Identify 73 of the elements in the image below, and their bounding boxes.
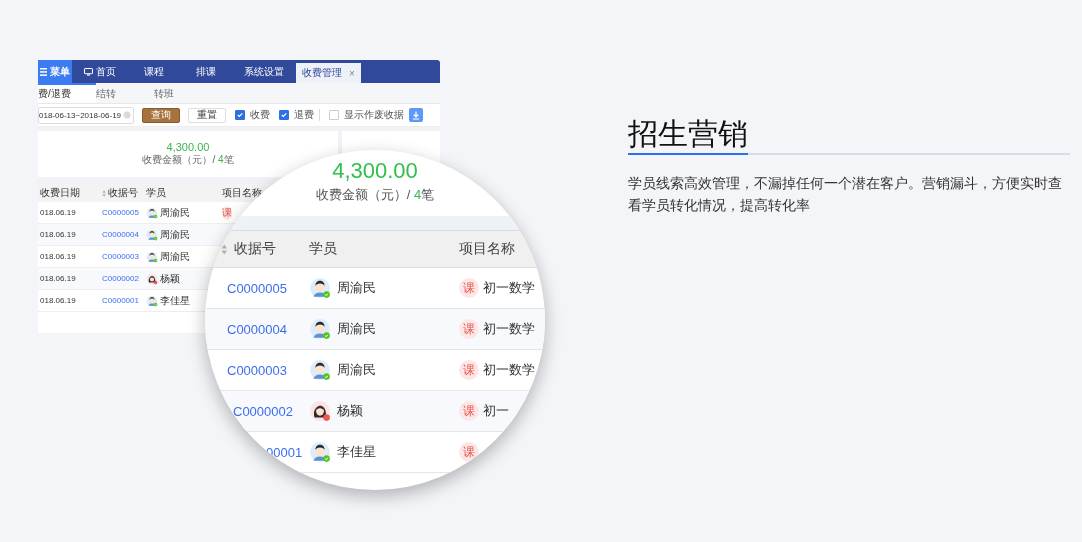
course-tag: 课	[459, 401, 479, 421]
checkbox[interactable]	[279, 110, 290, 120]
receipt-link[interactable]: C0000002	[233, 403, 293, 419]
close-button[interactable]: ×	[349, 67, 355, 79]
project-name: 初一数学	[483, 361, 535, 379]
student-name: 周渝民	[337, 361, 376, 379]
sub-tab[interactable]: 转班	[154, 83, 212, 103]
nav-tab[interactable]: 收费管理 ×	[296, 63, 361, 83]
date-cell-text: 018.06.19	[39, 252, 77, 261]
course-tag: 课	[459, 360, 479, 380]
column-header: 项目名称	[222, 186, 262, 200]
student-name: 周渝民	[160, 249, 190, 264]
column-header: 项目名称	[459, 240, 516, 258]
monitor-icon	[84, 67, 93, 76]
sort-icon[interactable]	[221, 243, 228, 255]
course-tag: 课	[459, 442, 479, 462]
nav-tab[interactable]: 系统设置	[232, 60, 296, 83]
nav-tab[interactable]: 排课	[180, 60, 232, 83]
feature-title: 招生营销	[628, 116, 749, 152]
student-name: 周渝民	[337, 320, 376, 338]
project-name: 初一	[483, 402, 509, 420]
checkbox[interactable]	[235, 110, 246, 120]
student-name: 李佳星	[160, 293, 190, 308]
download-icon	[412, 110, 421, 120]
receipt-link[interactable]: C0000003	[227, 362, 287, 378]
project-name: 初一数学	[483, 320, 535, 338]
student-name: 杨颖	[337, 402, 363, 420]
clear-icon[interactable]	[123, 111, 132, 119]
column-header: 收费日期	[39, 186, 81, 200]
date-cell-text: 018.06.19	[39, 208, 77, 217]
student-name: 周渝民	[337, 279, 376, 297]
reset-button[interactable]: 重置	[188, 107, 227, 123]
course-tag: 课	[459, 319, 479, 339]
receipt-link[interactable]: C0000002	[102, 274, 146, 283]
menu-icon	[40, 67, 47, 76]
column-header: 学员	[309, 240, 338, 258]
query-button[interactable]: 查询	[142, 107, 181, 123]
student-name: 杨颖	[160, 271, 180, 286]
checkbox-label: 显示作废收据	[344, 108, 405, 122]
course-tag: 课	[222, 205, 232, 220]
course-tag: 课	[459, 278, 479, 298]
nav-tab[interactable]: 课程	[128, 60, 180, 83]
student-name: 周渝民	[160, 227, 190, 242]
checkbox-label: 退费	[294, 108, 315, 122]
nav-tab[interactable]: 首页	[72, 60, 128, 83]
checkbox-label: 收费	[250, 108, 271, 122]
date-cell-text: 018.06.19	[39, 296, 77, 305]
date-cell-text: 018.06.19	[39, 230, 77, 239]
download-button[interactable]	[409, 108, 424, 122]
column-header: 收据号	[102, 186, 146, 200]
amount-caption: 收费金额（元）/ 4笔	[315, 186, 435, 204]
receipt-link[interactable]: C0000004	[227, 321, 287, 337]
receipt-link[interactable]: C0000003	[102, 252, 146, 261]
column-header: 收据号	[205, 240, 309, 258]
menu-button[interactable]: 菜单	[38, 60, 72, 83]
sort-icon[interactable]	[102, 189, 107, 197]
amount-text: 4,300.00	[166, 141, 210, 153]
receipt-link[interactable]: C0000004	[102, 230, 146, 239]
column-header: 学员	[146, 186, 167, 200]
receipt-link[interactable]: C0000005	[102, 208, 146, 217]
project-name: 初一数学	[483, 279, 535, 297]
receipt-link[interactable]: C0000001	[102, 296, 146, 305]
feature-description: 学员线索高效管理，不漏掉任何一个潜在客户。营销漏斗，方便实时查看学员转化情况，提高转化率	[628, 174, 1063, 215]
student-name: 周渝民	[160, 205, 190, 220]
amount-text: 4,300.00	[332, 158, 418, 184]
sub-tab[interactable]: 结转	[96, 83, 154, 103]
date-cell-text: 018.06.19	[39, 274, 77, 283]
receipt-link[interactable]: C0000005	[227, 280, 287, 296]
checkbox[interactable]	[329, 110, 340, 120]
sub-tab[interactable]: 费/退费	[38, 83, 96, 103]
amount-caption: 收费金额（元）/ 4笔	[142, 153, 234, 167]
student-name: 李佳星	[337, 443, 376, 461]
date-range-field[interactable]: 018-06-13~2018-06-19	[38, 106, 135, 124]
